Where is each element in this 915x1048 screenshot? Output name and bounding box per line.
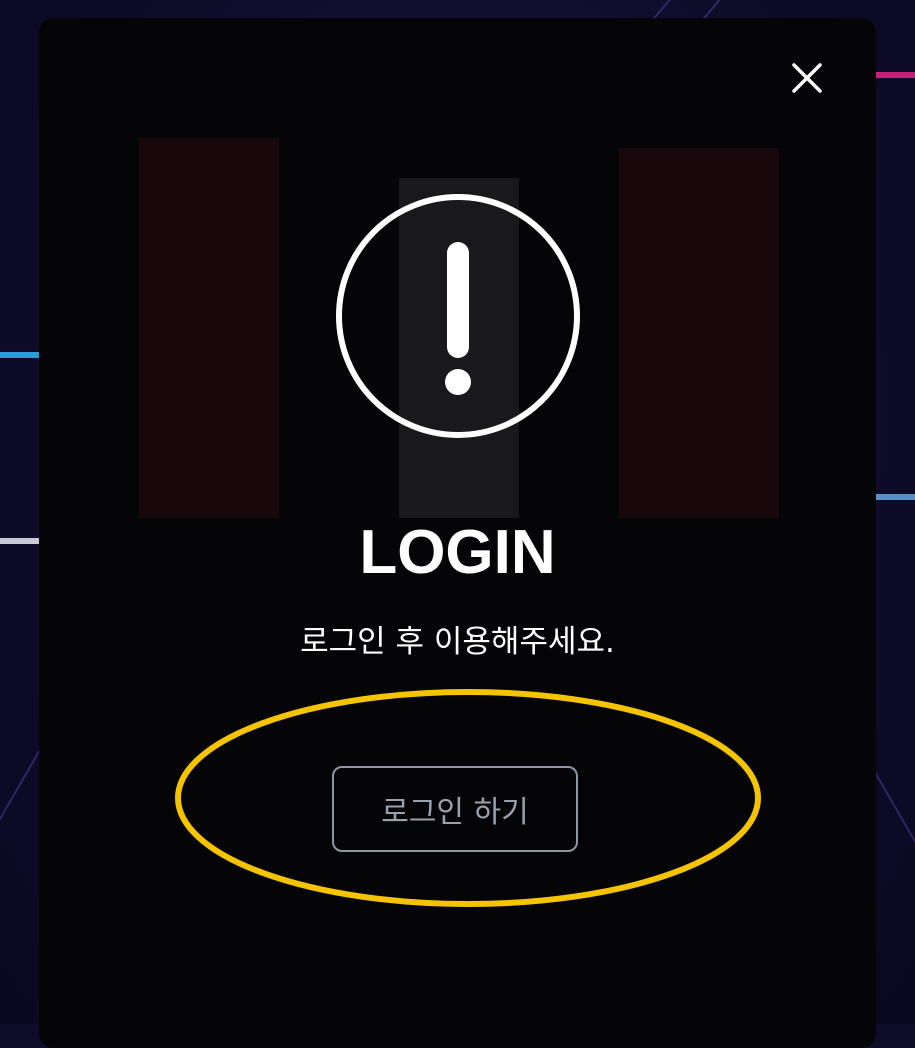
modal-message: 로그인 후 이용해주세요. (300, 624, 615, 660)
backdrop-accent-line (876, 72, 915, 78)
login-required-modal: LOGIN 로그인 후 이용해주세요. 로그인 하기 (39, 18, 876, 1048)
close-button[interactable] (787, 58, 827, 98)
login-button[interactable]: 로그인 하기 (332, 766, 578, 852)
backdrop-accent-line (876, 494, 915, 500)
backdrop-accent-line (0, 538, 40, 544)
exclamation-circle-icon (336, 194, 580, 438)
login-button-label: 로그인 하기 (381, 795, 529, 830)
close-icon (792, 63, 822, 93)
backdrop-accent-line (0, 352, 40, 358)
modal-title: LOGIN (359, 518, 556, 587)
